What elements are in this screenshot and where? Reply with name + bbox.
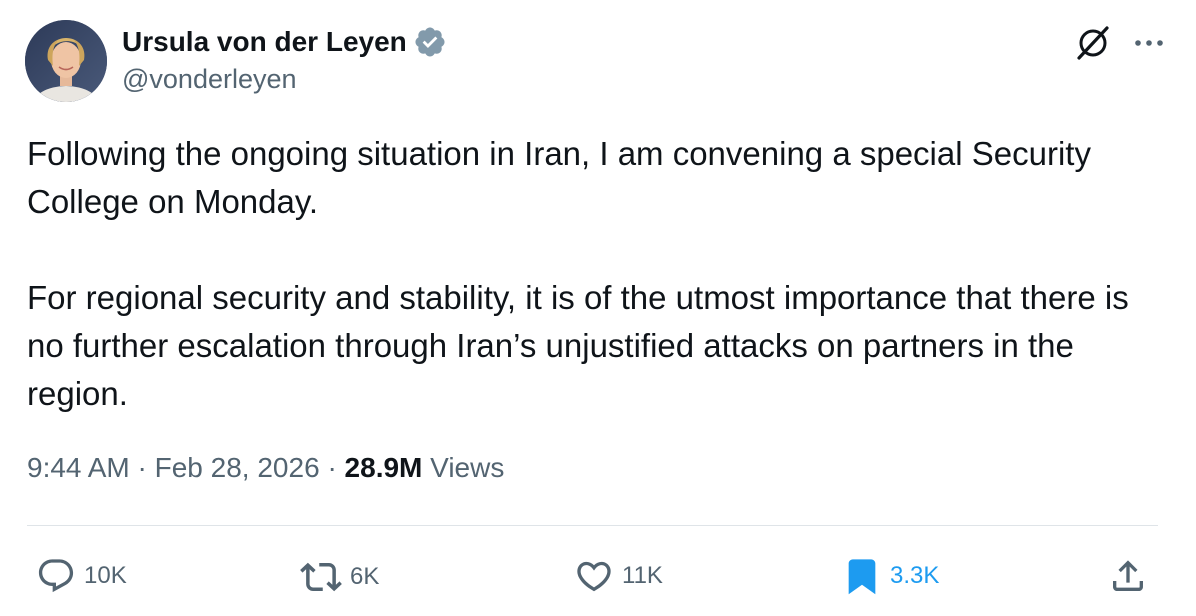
grok-icon[interactable] — [1072, 22, 1114, 64]
tweet-paragraph-2: For regional security and stability, it … — [27, 279, 1129, 412]
reply-icon — [36, 556, 76, 596]
like-count: 11K — [622, 562, 663, 589]
tweet-time[interactable]: 9:44 AM — [27, 452, 130, 483]
reply-button[interactable]: 10K — [36, 556, 127, 596]
meta-separator: · — [327, 452, 337, 483]
author-handle[interactable]: @vonderleyen — [122, 64, 297, 95]
reply-count: 10K — [84, 562, 127, 589]
heart-icon — [574, 556, 614, 596]
bookmark-icon — [842, 554, 882, 598]
author-display-name[interactable]: Ursula von der Leyen — [122, 26, 407, 58]
author-name-row: Ursula von der Leyen — [122, 24, 447, 60]
share-icon — [1108, 554, 1148, 598]
tweet-text: Following the ongoing situation in Iran,… — [27, 130, 1167, 418]
bookmark-count: 3.3K — [890, 562, 940, 589]
meta-separator: · — [137, 452, 147, 483]
header-icons — [1072, 22, 1166, 64]
avatar[interactable] — [25, 20, 107, 102]
more-icon[interactable] — [1132, 26, 1166, 60]
views-label[interactable]: Views — [430, 452, 504, 483]
tweet-date[interactable]: Feb 28, 2026 — [155, 452, 320, 483]
like-button[interactable]: 11K — [574, 556, 663, 596]
repost-count: 6K — [350, 563, 380, 590]
action-bar: 10K 6K 11K 3.3K — [0, 552, 1196, 602]
divider — [27, 525, 1158, 526]
tweet-meta: 9:44 AM · Feb 28, 2026 · 28.9M Views — [27, 452, 504, 484]
views-count[interactable]: 28.9M — [345, 452, 423, 483]
repost-icon — [300, 556, 342, 598]
bookmark-button[interactable]: 3.3K — [842, 554, 939, 598]
tweet-card: Ursula von der Leyen @vonderleyen Follow… — [0, 0, 1196, 616]
tweet-paragraph-1: Following the ongoing situation in Iran,… — [27, 135, 1091, 220]
repost-button[interactable]: 6K — [300, 556, 379, 598]
verified-badge-icon — [413, 25, 447, 59]
share-button[interactable] — [1108, 554, 1148, 598]
